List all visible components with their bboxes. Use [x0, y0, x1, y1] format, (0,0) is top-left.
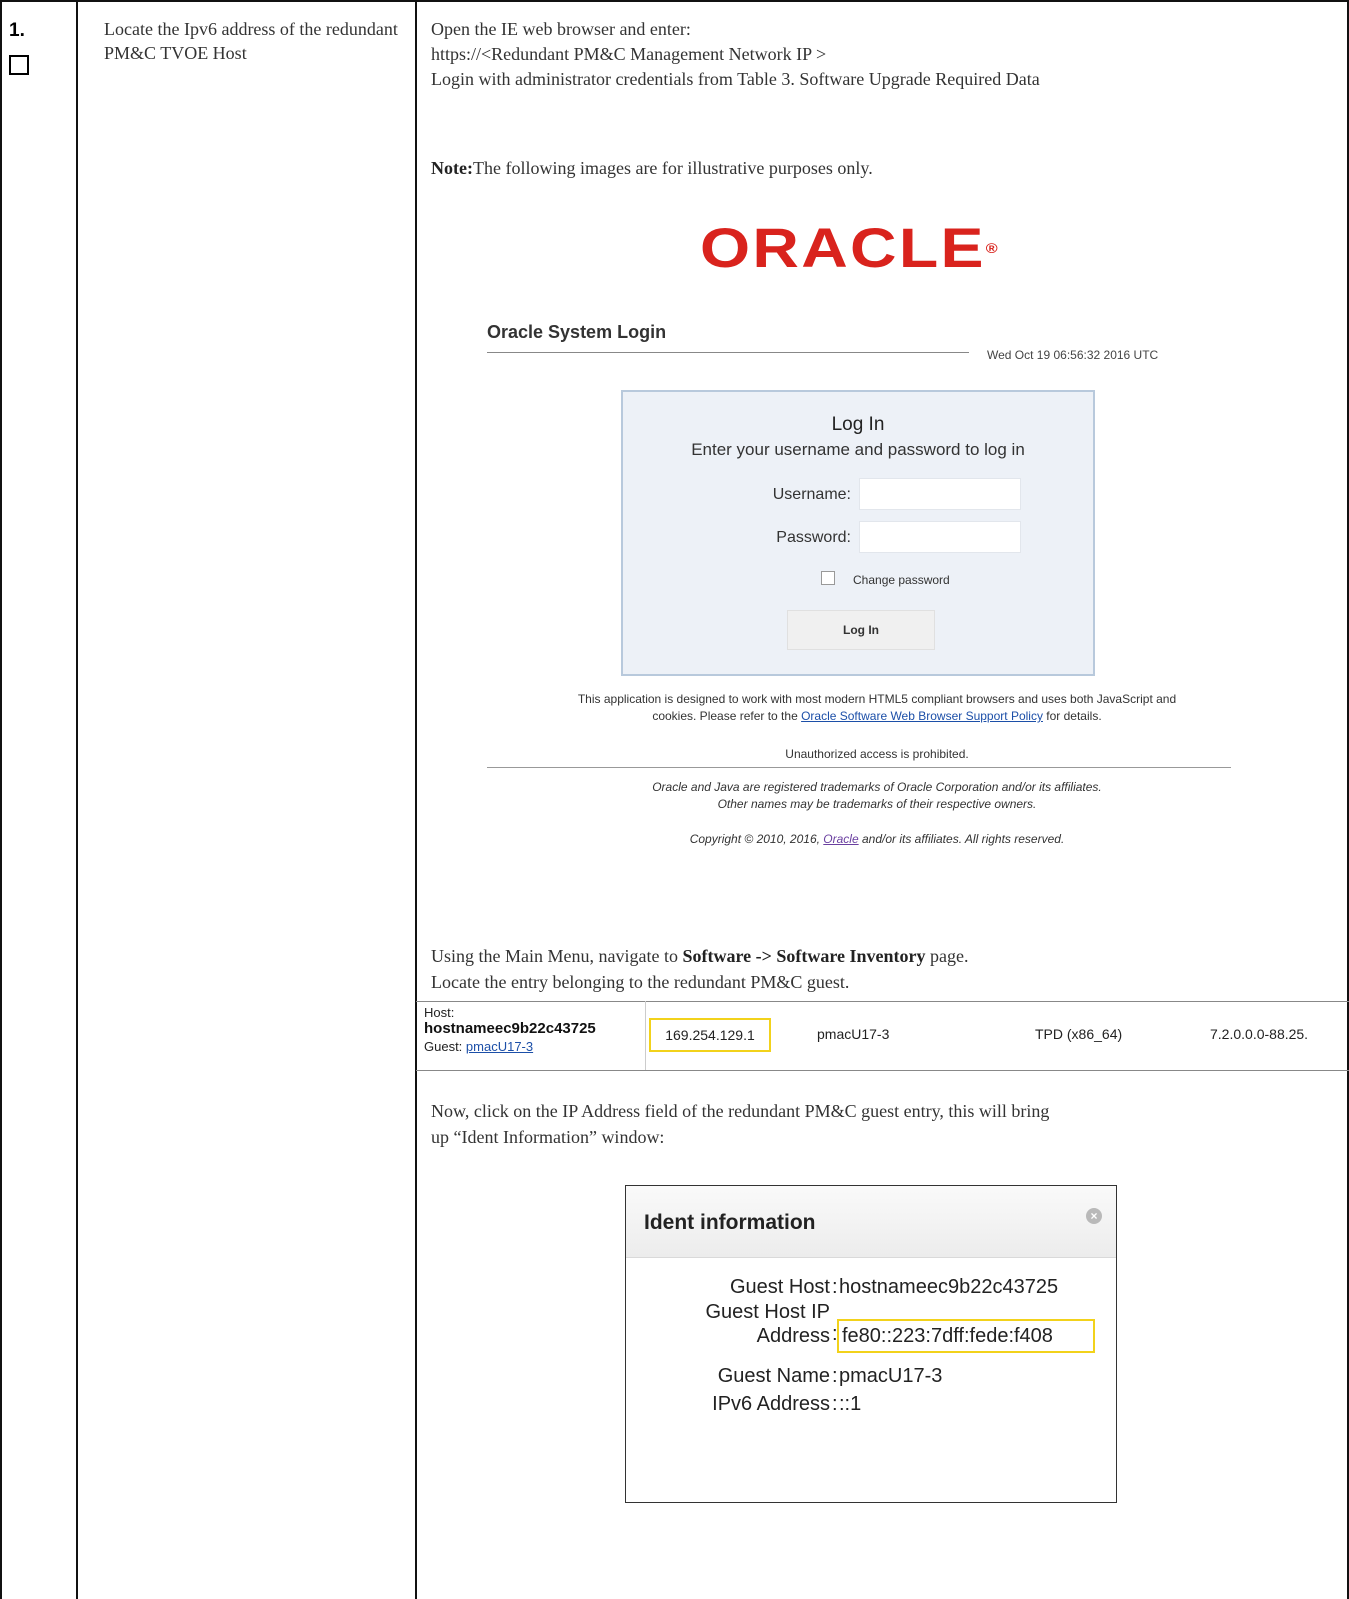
- dialog-title: Ident information: [644, 1211, 816, 1234]
- guest-host-ip-label-line1: Guest Host IP: [705, 1301, 831, 1323]
- login-button[interactable]: Log In: [787, 610, 935, 650]
- navigation-instruction: Using the Main Menu, navigate to Softwar…: [431, 944, 969, 968]
- note-label: Note:: [431, 158, 473, 178]
- inventory-guest: Guest: pmacU17-3: [424, 1039, 533, 1054]
- dialog-header: Ident information ×: [626, 1186, 1116, 1258]
- change-password-checkbox[interactable]: [821, 571, 835, 585]
- inventory-guest-label: Guest:: [424, 1039, 466, 1054]
- guest-name-value: pmacU17-3: [839, 1365, 943, 1387]
- step-checkbox[interactable]: [9, 55, 29, 75]
- table-top-border: [0, 0, 1349, 2]
- password-label: Password:: [776, 529, 851, 546]
- browser-support-suffix: for details.: [1042, 709, 1102, 723]
- browser-support-info-line2: cookies. Please refer to the Oracle Soft…: [431, 709, 1323, 723]
- nav-suffix: page.: [925, 946, 969, 966]
- inventory-host-label: Host:: [424, 1005, 455, 1020]
- instruction-login: Login with administrator credentials fro…: [431, 69, 1040, 89]
- table-column-divider-2: [415, 0, 417, 1599]
- inventory-platform: TPD (x86_64): [1035, 1026, 1123, 1042]
- trademark-line1: Oracle and Java are registered trademark…: [652, 780, 1102, 794]
- instruction-open-browser: Open the IE web browser and enter:: [431, 19, 691, 39]
- oracle-registered-mark: ®: [985, 240, 998, 256]
- instruction-url: https://<Redundant PM&C Management Netwo…: [431, 44, 827, 64]
- click-instruction-line2: up “Ident Information” window:: [431, 1127, 665, 1147]
- copyright-suffix: and/or its affiliates. All rights reserv…: [858, 832, 1065, 846]
- guest-host-value: hostnameec9b22c43725: [839, 1276, 1059, 1298]
- table-left-border: [0, 0, 2, 1599]
- login-footer-divider: [487, 767, 1231, 768]
- inventory-cell-divider: [645, 1001, 646, 1070]
- browser-support-info-line1: This application is designed to work wit…: [577, 692, 1177, 706]
- browser-support-prefix: cookies. Please refer to the: [652, 709, 802, 723]
- oracle-logo: ORACLE®: [700, 218, 998, 278]
- inventory-ip-address[interactable]: 169.254.129.1: [649, 1018, 771, 1052]
- password-field[interactable]: [859, 521, 1021, 553]
- step-description: Locate the Ipv6 address of the redundant…: [104, 19, 398, 63]
- inventory-guest-link[interactable]: pmacU17-3: [466, 1039, 533, 1054]
- note: Note:The following images are for illust…: [431, 156, 873, 180]
- change-password-label: Change password: [853, 573, 950, 587]
- guest-host-label: Guest Host: [729, 1276, 830, 1298]
- guest-name-colon: :: [832, 1365, 838, 1387]
- login-title-divider: [487, 352, 969, 353]
- trademark-line2: Other names may be trademarks of their r…: [717, 797, 1037, 811]
- guest-host-colon: :: [832, 1276, 838, 1298]
- copyright: Copyright © 2010, 2016, Oracle and/or it…: [431, 832, 1323, 846]
- unauthorized-notice: Unauthorized access is prohibited.: [785, 747, 969, 761]
- ident-information-dialog: Ident information × Guest Host : hostnam…: [625, 1185, 1117, 1503]
- nav-prefix: Using the Main Menu, navigate to: [431, 946, 683, 966]
- oracle-link[interactable]: Oracle: [823, 832, 858, 846]
- login-form-title: Log In: [831, 414, 885, 435]
- login-form-subtitle: Enter your username and password to log …: [691, 440, 1025, 459]
- ipv6-address-label: IPv6 Address: [712, 1393, 830, 1415]
- login-page-title: Oracle System Login: [487, 322, 667, 342]
- browser-support-policy-link[interactable]: Oracle Software Web Browser Support Poli…: [801, 709, 1043, 723]
- guest-host-ip-label-line2: Address: [756, 1325, 830, 1347]
- inventory-version: 7.2.0.0.0-88.25.: [1210, 1026, 1309, 1042]
- inventory-row-bottom-border: [416, 1070, 1349, 1071]
- username-field[interactable]: [859, 478, 1021, 510]
- nav-menu-path: Software -> Software Inventory: [682, 946, 926, 966]
- ipv6-address-colon: :: [832, 1393, 838, 1415]
- inventory-row-top-border: [416, 1001, 1349, 1002]
- close-icon[interactable]: ×: [1086, 1208, 1102, 1224]
- click-instruction-line1: Now, click on the IP Address field of th…: [431, 1101, 1050, 1121]
- guest-name-label: Guest Name: [717, 1365, 830, 1387]
- login-form-panel: Log In Enter your username and password …: [621, 390, 1095, 676]
- inventory-host-name: hostnameec9b22c43725: [424, 1020, 596, 1037]
- locate-instruction: Locate the entry belonging to the redund…: [431, 972, 850, 992]
- guest-host-ip-value: fe80::223:7dff:fede:f408: [837, 1319, 1095, 1353]
- username-label: Username:: [772, 486, 851, 503]
- login-datetime: Wed Oct 19 06:56:32 2016 UTC: [987, 348, 1159, 362]
- note-text: The following images are for illustrativ…: [472, 158, 873, 178]
- oracle-logo-text: ORACLE: [700, 216, 986, 279]
- copyright-prefix: Copyright © 2010, 2016,: [689, 832, 824, 846]
- inventory-guest-name: pmacU17-3: [817, 1026, 890, 1042]
- step-number: 1.: [9, 20, 25, 41]
- ipv6-address-value: ::1: [839, 1393, 862, 1415]
- table-column-divider-1: [76, 0, 78, 1599]
